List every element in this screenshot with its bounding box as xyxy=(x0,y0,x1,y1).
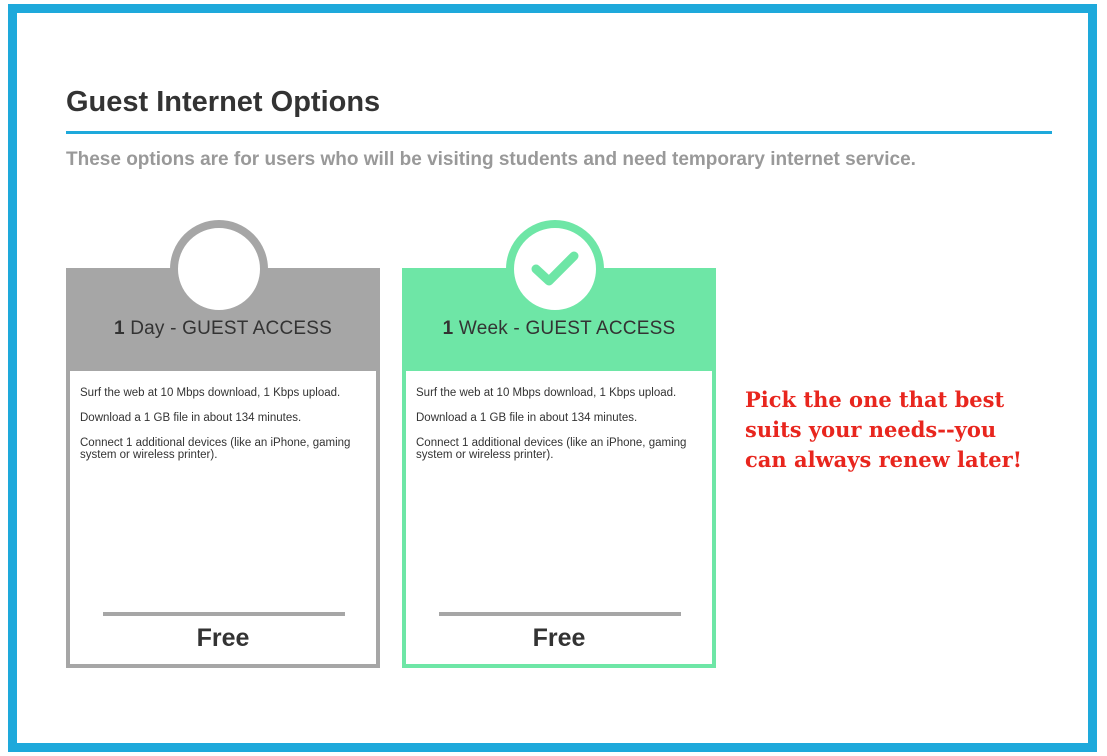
plan-card-header: 1 Day - GUEST ACCESS xyxy=(66,220,380,371)
checkmark-glyph xyxy=(531,251,579,286)
plan-title-label: Day - GUEST ACCESS xyxy=(124,318,332,339)
title-divider xyxy=(66,131,1052,134)
feature-speed: Surf the web at 10 Mbps download, 1 Kbps… xyxy=(416,387,677,399)
empty-circle-icon xyxy=(170,220,268,318)
plan-title: 1 Day - GUEST ACCESS xyxy=(66,318,380,340)
guest-options-panel: Guest Internet Options These options are… xyxy=(8,4,1097,752)
plan-features: Surf the web at 10 Mbps download, 1 Kbps… xyxy=(416,387,706,474)
feature-download: Download a 1 GB file in about 134 minute… xyxy=(80,412,302,424)
plan-price: Free xyxy=(196,624,250,652)
plan-title-number: 1 xyxy=(442,318,454,339)
handwritten-note: Pick the one that best suits your needs-… xyxy=(745,387,1022,472)
feature-speed: Surf the web at 10 Mbps download, 1 Kbps… xyxy=(80,387,341,399)
plan-card-header: 1 Week - GUEST ACCESS xyxy=(402,220,716,371)
plan-card-1-week[interactable]: 1 Week - GUEST ACCESS Surf the web at 10… xyxy=(402,220,716,668)
page-title: Guest Internet Options xyxy=(66,86,381,118)
plan-price: Free xyxy=(532,624,586,652)
checkmark-icon xyxy=(506,220,604,318)
plan-features: Surf the web at 10 Mbps download, 1 Kbps… xyxy=(80,387,370,474)
price-divider xyxy=(439,612,681,616)
page-subtitle: These options are for users who will be … xyxy=(66,149,916,170)
plan-title-label: Week - GUEST ACCESS xyxy=(453,318,676,339)
plan-title: 1 Week - GUEST ACCESS xyxy=(402,318,716,340)
feature-devices: Connect 1 additional devices (like an iP… xyxy=(80,437,351,461)
plan-card-1-day[interactable]: 1 Day - GUEST ACCESS Surf the web at 10 … xyxy=(66,220,380,668)
feature-devices: Connect 1 additional devices (like an iP… xyxy=(416,437,687,461)
feature-download: Download a 1 GB file in about 134 minute… xyxy=(416,412,638,424)
plan-title-number: 1 xyxy=(113,318,125,339)
price-divider xyxy=(103,612,345,616)
